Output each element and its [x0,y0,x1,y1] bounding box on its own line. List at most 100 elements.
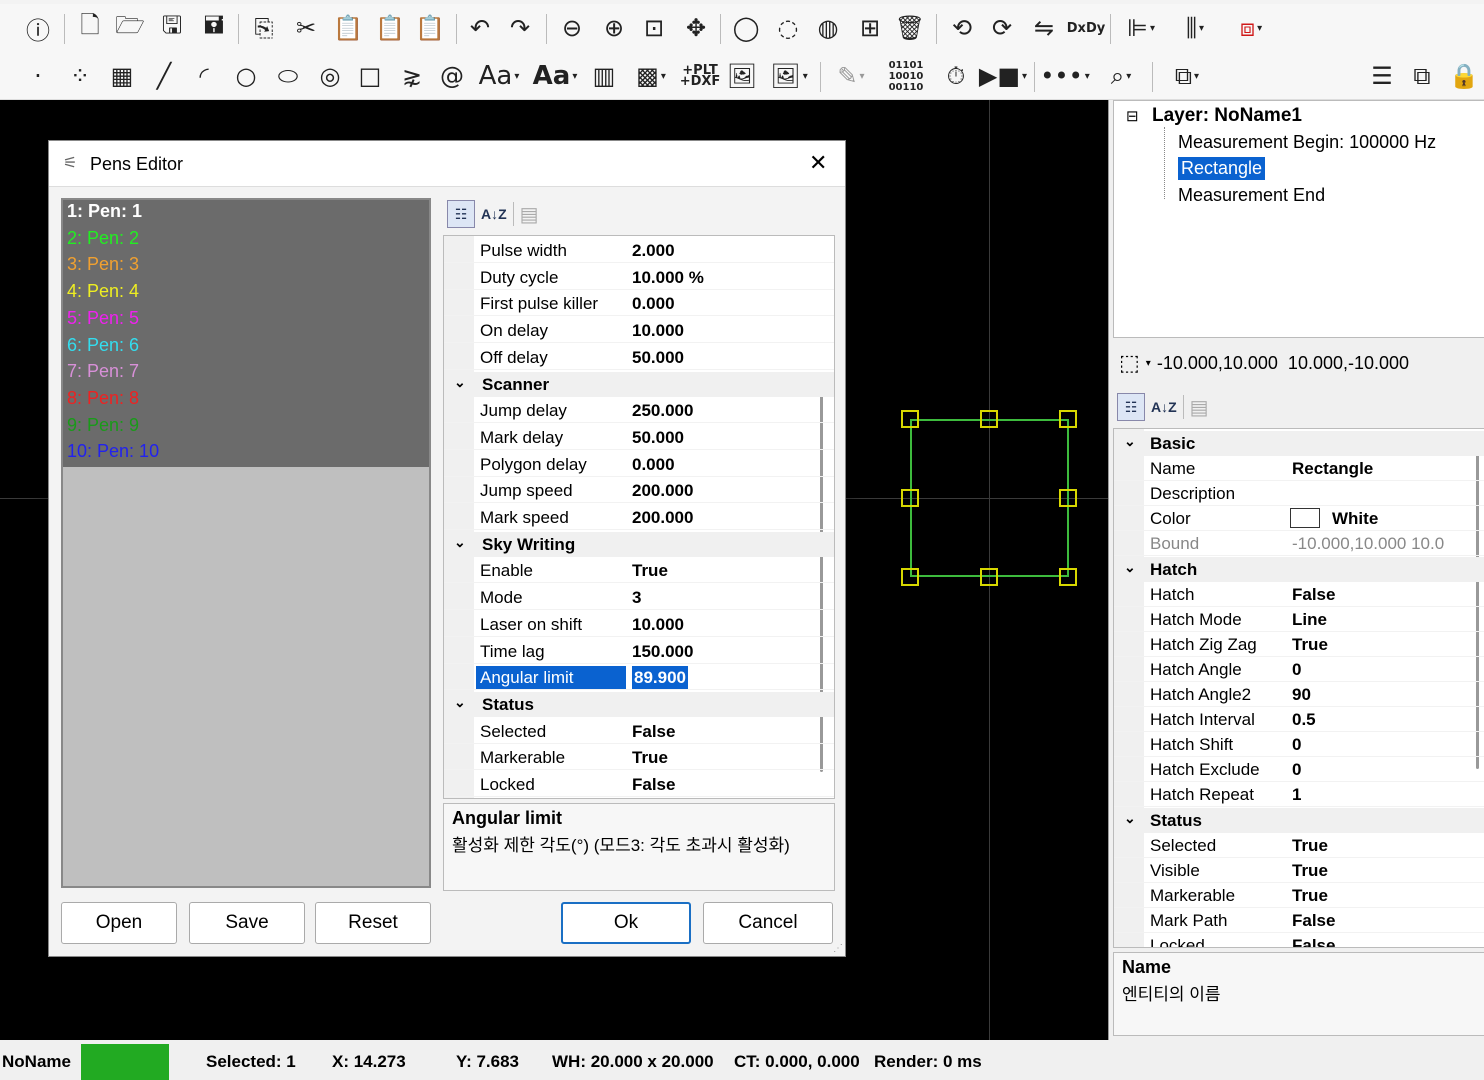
property-row[interactable]: Jump delay 250.000 [444,398,834,424]
property-row[interactable]: Laser on shift 10.000 [444,612,834,637]
pen-property-grid[interactable]: Pulse width 2.000 Duty cycle 10.000 % First … [443,235,835,799]
property-value[interactable]: 0.000 [632,294,675,314]
bounding-box-icon[interactable]: ⬚ [1119,350,1140,376]
property-row[interactable]: Hatch Angle2 90 [1114,682,1484,707]
image-dropdown-icon[interactable]: 🖼 ▾ [764,56,814,96]
chevron-down-icon[interactable]: ⌄ [1124,433,1136,450]
paste-icon[interactable]: 📋 [328,8,368,48]
property-row[interactable]: Description [1114,481,1484,507]
pen-item[interactable]: 10: Pen: 10 [67,441,159,462]
list-icon[interactable]: ☰ [1362,56,1402,96]
resize-handle[interactable] [1059,410,1077,428]
reset-button[interactable]: Reset [315,902,431,944]
circle-icon[interactable]: ○ [226,56,266,96]
zoom-out-icon[interactable]: ⊖ [552,8,592,48]
resize-handle[interactable] [980,568,998,586]
property-row[interactable]: Angular limit 89.900 [444,665,834,691]
pen-icon[interactable]: ✎ ▾ [826,56,876,96]
stop-icon[interactable]: ⧈ ▾ [1226,8,1276,48]
property-row[interactable]: Hatch Shift 0 [1114,732,1484,758]
property-value[interactable]: -10.000,10.000 10.0 [1292,534,1444,554]
close-icon[interactable]: ✕ [809,150,827,176]
ok-button[interactable]: Ok [561,902,691,944]
property-value[interactable]: True [1292,635,1328,655]
property-row[interactable]: Color White [1114,506,1484,532]
delete-icon[interactable]: 🗑 [890,8,930,48]
pen-item[interactable]: 1: Pen: 1 [67,201,142,222]
chevron-down-icon[interactable]: ⌄ [454,694,466,711]
property-value[interactable]: 0 [1292,660,1301,680]
copy-icon[interactable]: ⎘ [244,8,284,48]
sort-az-icon[interactable]: A↓Z [1151,399,1177,415]
qrcode-icon[interactable]: ▩ ▾ [626,56,676,96]
save-icon[interactable]: 🖫 [152,8,192,48]
lock-icon[interactable]: 🔒 [1444,56,1484,96]
layer-tree[interactable]: ⊟ Layer: NoName1 Measurement Begin: 1000… [1113,100,1484,338]
property-value[interactable]: False [632,775,675,795]
resize-grip-icon[interactable]: ⋰ [833,943,843,954]
resize-handle[interactable] [1059,489,1077,507]
property-row[interactable]: Duty cycle 10.000 % [444,265,834,290]
redo-icon[interactable]: ↷ [500,8,540,48]
chevron-down-icon[interactable]: ⌄ [454,374,466,391]
property-value[interactable]: 10.000 % [632,268,704,288]
property-value[interactable]: 150.000 [632,642,693,662]
resize-handle[interactable] [901,489,919,507]
pen-item[interactable]: 5: Pen: 5 [67,308,139,329]
pen-item[interactable]: 9: Pen: 9 [67,415,139,436]
clipboard-icon[interactable]: 📋 [370,8,410,48]
group-icon[interactable]: ⊞ [850,8,890,48]
property-value[interactable]: 0.000 [632,455,675,475]
pen-item[interactable]: 3: Pen: 3 [67,254,139,275]
property-value[interactable]: 200.000 [632,481,693,501]
property-row[interactable]: Mode 3 [444,585,834,611]
polyline-icon[interactable]: ⋧ [392,56,432,96]
pen-item[interactable]: 4: Pen: 4 [67,281,139,302]
hatch-icon[interactable]: ◍ [808,8,848,48]
open-button[interactable]: Open [61,902,177,944]
category-row[interactable]: ⌄ Sky Writing [444,531,834,557]
info-icon[interactable]: ⓘ [18,8,58,48]
pen-item[interactable]: 8: Pen: 8 [67,388,139,409]
raster-icon[interactable]: ▦ [102,56,142,96]
category-row[interactable]: ⌄ Status [444,691,834,717]
point-icon[interactable]: · [18,56,58,96]
align-left-icon[interactable]: ⊫ ▾ [1116,8,1166,48]
category-row[interactable]: ⌄ Scanner [444,371,834,397]
property-value[interactable]: 50.000 [632,348,684,368]
import-plt-dxf-icon[interactable]: +PLT +DXF [680,56,721,96]
collapse-icon[interactable]: ⊟ [1126,107,1139,125]
property-row[interactable]: Enable True [444,558,834,584]
property-value[interactable]: False [1292,936,1335,947]
property-value[interactable]: 0.5 [1292,710,1316,730]
property-value[interactable]: True [632,561,668,581]
chevron-down-icon[interactable]: ⌄ [1124,810,1136,827]
property-value[interactable]: Rectangle [1292,459,1373,479]
pen-item[interactable]: 2: Pen: 2 [67,228,139,249]
arc-icon[interactable]: ◜ [184,56,224,96]
categorized-icon[interactable]: ☷ [447,200,475,228]
property-value[interactable]: 1 [1292,785,1301,805]
property-value[interactable]: False [632,722,675,742]
property-row[interactable]: First pulse killer 0.000 [444,291,834,317]
property-row[interactable]: Hatch Mode Line [1114,607,1484,632]
ellipse-icon[interactable]: ⬭ [268,56,308,96]
pen-item[interactable]: 6: Pen: 6 [67,335,139,356]
more-icon[interactable]: ••• ▾ [1040,56,1090,96]
spiral-icon[interactable]: @ [432,56,472,96]
property-row[interactable]: Pulse width 2.000 [444,238,834,263]
property-row[interactable]: Hatch Exclude 0 [1114,757,1484,783]
property-value[interactable]: True [1292,861,1328,881]
columns-icon[interactable]: ⫼ ▾ [1170,8,1220,48]
property-value[interactable]: 50.000 [632,428,684,448]
property-value[interactable]: True [1292,886,1328,906]
property-row[interactable]: Selected True [1114,833,1484,858]
property-row[interactable]: Polygon delay 0.000 [444,452,834,477]
text-bold-icon[interactable]: Aa ▾ [530,56,580,96]
flip-icon[interactable]: ⇋ [1024,8,1064,48]
save-as-icon[interactable]: 🖬 [194,8,234,48]
property-value[interactable]: 89.900 [632,666,688,690]
property-value[interactable]: 250.000 [632,401,693,421]
property-value[interactable]: True [632,748,668,768]
property-value[interactable]: 2.000 [632,241,675,261]
